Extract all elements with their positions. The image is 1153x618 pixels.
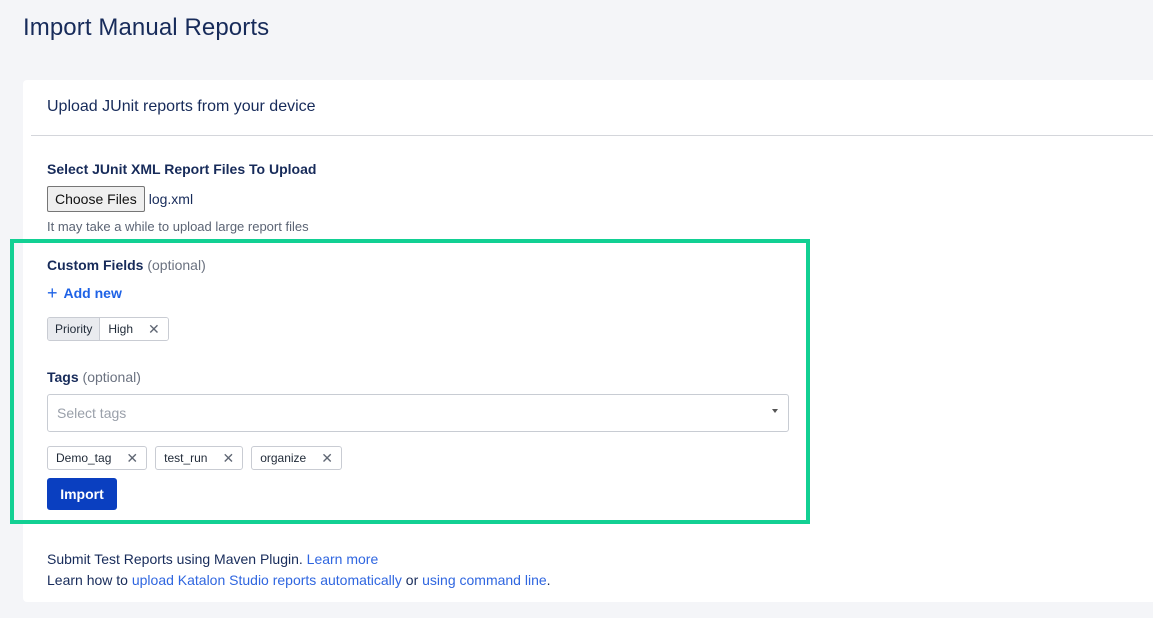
or-text: or: [405, 572, 419, 588]
close-icon[interactable]: ✕: [222, 450, 234, 467]
tag-label: organize: [260, 451, 307, 465]
tag-label: test_run: [164, 451, 208, 465]
import-button[interactable]: Import: [47, 478, 117, 510]
period-text: .: [546, 572, 551, 588]
file-upload-label: Select JUnit XML Report Files To Upload: [47, 161, 317, 177]
tags-label-text: Tags: [47, 369, 79, 385]
card-header: Upload JUnit reports from your device: [47, 98, 316, 115]
close-icon[interactable]: ✕: [321, 450, 333, 467]
learn-more-link[interactable]: Learn more: [307, 551, 379, 567]
optional-hint: (optional): [82, 369, 141, 385]
plus-icon: +: [47, 283, 58, 303]
upload-automatically-link[interactable]: upload Katalon Studio reports automatica…: [132, 572, 402, 588]
tags-label: Tags (optional): [47, 369, 141, 385]
custom-field-value: High: [108, 322, 134, 336]
close-icon[interactable]: ✕: [126, 450, 138, 467]
choose-files-button[interactable]: Choose Files: [47, 186, 145, 212]
tag-chip: Demo_tag ✕: [47, 446, 148, 470]
tags-select[interactable]: Select tags: [47, 394, 789, 432]
custom-field-chip: Priority High ✕: [47, 317, 169, 341]
file-input[interactable]: Choose Files log.xml: [47, 186, 193, 212]
tag-chip: test_run ✕: [155, 446, 244, 470]
caret-down-icon[interactable]: [772, 409, 778, 413]
custom-field-key: Priority: [48, 318, 101, 340]
page-title: Import Manual Reports: [23, 14, 270, 41]
upload-card: Upload JUnit reports from your device Se…: [23, 80, 1153, 602]
close-icon[interactable]: ✕: [148, 321, 160, 338]
learn-how-text: Learn how to: [47, 572, 128, 588]
tag-label: Demo_tag: [56, 451, 112, 465]
maven-plugin-text: Submit Test Reports using Maven Plugin.: [47, 551, 303, 567]
maven-plugin-note: Submit Test Reports using Maven Plugin. …: [47, 551, 378, 567]
tag-chip: organize ✕: [251, 446, 342, 470]
custom-field-value-wrap: High ✕: [100, 318, 168, 340]
add-custom-field-button[interactable]: + Add new: [47, 283, 122, 303]
upload-help-note: Learn how to upload Katalon Studio repor…: [47, 572, 551, 588]
command-line-link[interactable]: using command line: [422, 572, 547, 588]
selected-file-name: log.xml: [148, 191, 194, 207]
custom-fields-label-text: Custom Fields: [47, 257, 144, 273]
tag-list: Demo_tag ✕ test_run ✕ organize ✕: [47, 446, 342, 470]
add-new-label: Add new: [63, 285, 122, 301]
optional-hint: (optional): [147, 257, 206, 273]
card-divider: [31, 135, 1153, 136]
upload-hint: It may take a while to upload large repo…: [47, 219, 309, 234]
custom-fields-label: Custom Fields (optional): [47, 257, 206, 273]
tags-placeholder: Select tags: [57, 405, 127, 421]
